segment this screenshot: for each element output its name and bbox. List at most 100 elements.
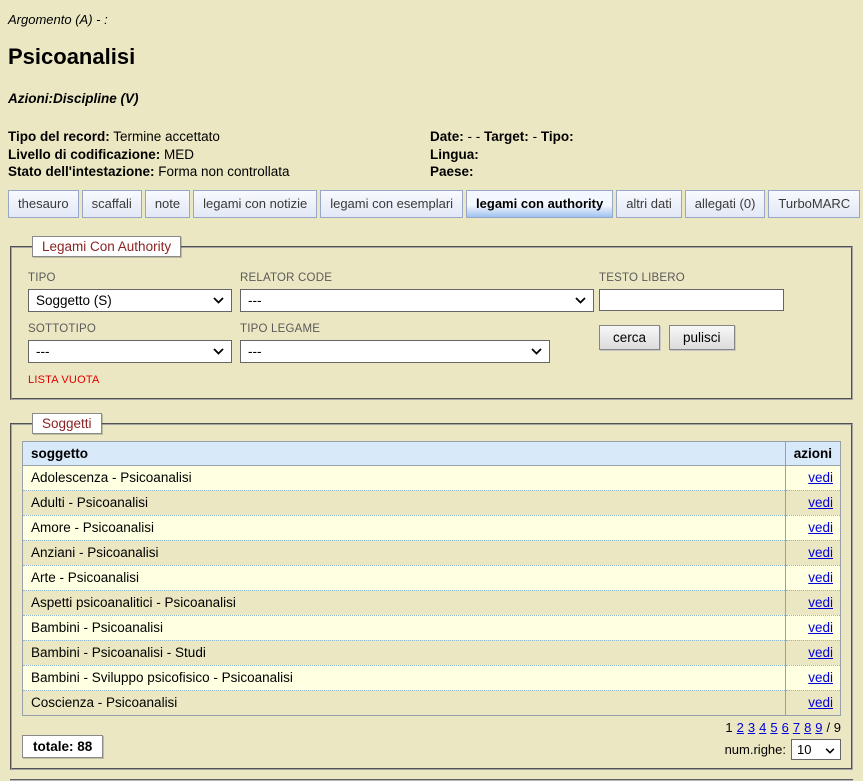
subject-cell: Aspetti psicoanalitici - Psicoanalisi xyxy=(23,590,786,615)
tipo-label: Tipo: xyxy=(541,129,574,144)
cerca-button[interactable]: cerca xyxy=(599,325,660,350)
tipo-record-label: Tipo del record: xyxy=(8,129,110,144)
tipo-legame-select[interactable]: --- xyxy=(240,340,550,363)
pagination-page-link[interactable]: 6 xyxy=(782,720,789,735)
form-col-2: RELATOR CODE --- TIPO LEGAME --- xyxy=(240,272,594,374)
table-row: Bambini - Psicoanalisi - Studi vedi xyxy=(23,640,841,665)
tipo-legame-field: TIPO LEGAME --- xyxy=(240,323,594,363)
vedi-link[interactable]: vedi xyxy=(808,545,833,560)
livello-label: Livello di codificazione: xyxy=(8,147,160,162)
lingua-label: Lingua: xyxy=(430,146,855,164)
testo-libero-field-label: TESTO LIBERO xyxy=(599,272,799,284)
target-value: - xyxy=(533,129,538,144)
target-label: Target: xyxy=(484,129,529,144)
table-header-row: soggetto azioni xyxy=(23,441,841,465)
relator-code-select[interactable]: --- xyxy=(240,289,594,312)
pagination-total: / 9 xyxy=(827,720,841,735)
testo-libero-field: TESTO LIBERO xyxy=(599,272,799,311)
pagination-page-link[interactable]: 2 xyxy=(737,720,744,735)
pagination-page-link[interactable]: 5 xyxy=(770,720,777,735)
soggetti-table: soggetto azioni Adolescenza - Psicoanali… xyxy=(22,441,841,716)
vedi-link[interactable]: vedi xyxy=(808,570,833,585)
form-col-3: TESTO LIBERO cerca pulisci xyxy=(599,272,799,350)
num-righe-control: num.righe: 10 xyxy=(721,739,841,760)
pagination-page-link[interactable]: 3 xyxy=(748,720,755,735)
table-row: Aspetti psicoanalitici - Psicoanalisi ve… xyxy=(23,590,841,615)
vedi-link[interactable]: vedi xyxy=(808,670,833,685)
pagination-page-link[interactable]: 8 xyxy=(804,720,811,735)
actions-cell: vedi xyxy=(785,465,840,490)
chevron-down-icon xyxy=(531,348,542,355)
vedi-link[interactable]: vedi xyxy=(808,695,833,710)
tab-legami-con-authority[interactable]: legami con authority xyxy=(466,190,613,218)
tab-note[interactable]: note xyxy=(145,190,190,218)
authority-record-page: { "header": { "breadcrumb": "Argomento (… xyxy=(0,0,863,762)
actions-cell: vedi xyxy=(785,515,840,540)
tab-allegati[interactable]: allegati (0) xyxy=(685,190,766,218)
search-buttons: cerca pulisci xyxy=(599,325,799,350)
form-col-1: TIPO Soggetto (S) SOTTOTIPO --- xyxy=(28,272,232,386)
tab-altri-dati[interactable]: altri dati xyxy=(616,190,682,218)
table-row: Coscienza - Psicoanalisi vedi xyxy=(23,690,841,715)
tab-thesauro[interactable]: thesauro xyxy=(8,190,79,218)
pagination-page-link[interactable]: 9 xyxy=(815,720,822,735)
pagination-page-link[interactable]: 4 xyxy=(759,720,766,735)
relator-code-field: RELATOR CODE --- xyxy=(240,272,594,312)
subject-cell: Bambini - Psicoanalisi - Studi xyxy=(23,640,786,665)
vedi-link[interactable]: vedi xyxy=(808,495,833,510)
subject-cell: Bambini - Psicoanalisi xyxy=(23,615,786,640)
vedi-link[interactable]: vedi xyxy=(808,620,833,635)
subject-cell: Adulti - Psicoanalisi xyxy=(23,490,786,515)
subject-cell: Bambini - Sviluppo psicofisico - Psicoan… xyxy=(23,665,786,690)
actions-cell: vedi xyxy=(785,590,840,615)
tipo-legame-field-label: TIPO LEGAME xyxy=(240,323,594,335)
relator-code-select-value: --- xyxy=(248,293,262,308)
pagination-area: 123456789/ 9 num.righe: 10 xyxy=(721,720,841,760)
vedi-link[interactable]: vedi xyxy=(808,520,833,535)
sottotipo-field: SOTTOTIPO --- xyxy=(28,323,232,363)
table-row: Adulti - Psicoanalisi vedi xyxy=(23,490,841,515)
column-header-azioni: azioni xyxy=(785,441,840,465)
num-righe-select[interactable]: 10 xyxy=(791,739,841,760)
record-info-stato: Stato dell'intestazione: Forma non contr… xyxy=(8,163,430,181)
pagination-page-link[interactable]: 7 xyxy=(793,720,800,735)
table-row: Bambini - Sviluppo psicofisico - Psicoan… xyxy=(23,665,841,690)
page-title: Psicoanalisi xyxy=(8,44,855,70)
actions-cell: vedi xyxy=(785,615,840,640)
stato-label: Stato dell'intestazione: xyxy=(8,164,154,179)
table-row: Anziani - Psicoanalisi vedi xyxy=(23,540,841,565)
sottotipo-select-value: --- xyxy=(36,344,50,359)
table-row: Bambini - Psicoanalisi vedi xyxy=(23,615,841,640)
actions-cell: vedi xyxy=(785,540,840,565)
tipo-select[interactable]: Soggetto (S) xyxy=(28,289,232,312)
sottotipo-select[interactable]: --- xyxy=(28,340,232,363)
soggetti-panel: Soggetti soggetto azioni Adolescenza - P… xyxy=(10,423,853,770)
actions-cell: vedi xyxy=(785,665,840,690)
testo-libero-input[interactable] xyxy=(599,289,784,311)
breadcrumb: Argomento (A) - : xyxy=(8,12,855,27)
actions-cell: vedi xyxy=(785,490,840,515)
relator-code-field-label: RELATOR CODE xyxy=(240,272,594,284)
vedi-link[interactable]: vedi xyxy=(808,645,833,660)
tipo-select-value: Soggetto (S) xyxy=(36,293,112,308)
pulisci-button[interactable]: pulisci xyxy=(669,325,735,350)
record-info-livello: Livello di codificazione: MED xyxy=(8,146,430,164)
record-info-right: Date: - - Target: - Tipo: Lingua: Paese: xyxy=(430,128,855,181)
tab-legami-con-notizie[interactable]: legami con notizie xyxy=(193,190,317,218)
tipo-legame-select-value: --- xyxy=(248,344,262,359)
date-value: - - xyxy=(468,129,481,144)
tab-turbomarc[interactable]: TurboMARC xyxy=(768,190,860,218)
table-footer: totale: 88 123456789/ 9 num.righe: 10 xyxy=(22,720,841,760)
tab-legami-con-esemplari[interactable]: legami con esemplari xyxy=(320,190,463,218)
panel-legend: Legami Con Authority xyxy=(32,236,181,257)
vedi-link[interactable]: vedi xyxy=(808,470,833,485)
column-header-soggetto: soggetto xyxy=(23,441,786,465)
record-info-date-line: Date: - - Target: - Tipo: xyxy=(430,128,855,146)
num-righe-label: num.righe: xyxy=(725,742,786,757)
chevron-down-icon xyxy=(575,297,586,304)
tipo-field: TIPO Soggetto (S) xyxy=(28,272,232,312)
vedi-link[interactable]: vedi xyxy=(808,595,833,610)
date-label: Date: xyxy=(430,129,464,144)
chevron-down-icon xyxy=(825,742,835,757)
tab-scaffali[interactable]: scaffali xyxy=(82,190,142,218)
